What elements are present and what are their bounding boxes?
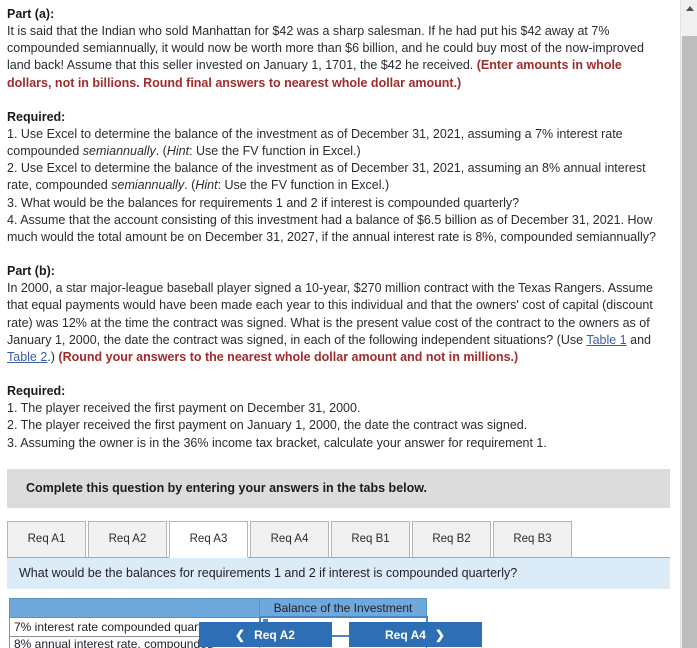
part-a-required-label: Required: xyxy=(7,109,66,124)
tab-req-a4[interactable]: Req A4 xyxy=(250,520,329,558)
part-b-req-2: 2. The player received the first payment… xyxy=(7,418,528,433)
tab-req-b2[interactable]: Req B2 xyxy=(412,520,491,558)
part-b-req-1: 1. The player received the first payment… xyxy=(7,401,361,416)
part-b-body-conjunction: and xyxy=(626,332,651,347)
part-b-body-text-end: .) xyxy=(47,350,59,365)
part-a-req-2: 2. Use Excel to determine the balance of… xyxy=(7,160,668,194)
prev-tab-button[interactable]: ❮ Req A2 xyxy=(198,622,332,647)
prev-tab-label: Req A2 xyxy=(254,627,295,642)
tab-label: Req A4 xyxy=(270,533,309,546)
part-a-req-2-hint-label: Hint xyxy=(195,178,218,193)
table-1-link[interactable]: Table 1 xyxy=(586,333,626,347)
tab-label: Req A2 xyxy=(108,533,147,546)
part-b-required-label: Required: xyxy=(7,384,66,399)
answer-table-header-row: Balance of the Investment xyxy=(9,597,427,618)
tab-navigation: ❮ Req A2 Req A4 ❯ xyxy=(0,622,680,647)
chevron-left-icon: ❮ xyxy=(235,627,246,642)
part-a-req-1: 1. Use Excel to determine the balance of… xyxy=(7,126,668,160)
tab-req-b1[interactable]: Req B1 xyxy=(331,520,410,558)
part-a-req-1-hint-label: Hint xyxy=(166,144,190,159)
answer-table-header-blank xyxy=(9,597,260,618)
part-a-req-2-text-b: . ( xyxy=(184,178,196,193)
instruction-banner-text: Complete this question by entering your … xyxy=(26,481,427,496)
tab-label: Req B1 xyxy=(351,533,390,546)
answer-table-header-value: Balance of the Investment xyxy=(259,597,427,618)
part-a-req-1-text-b: . ( xyxy=(155,144,167,159)
next-tab-button[interactable]: Req A4 ❯ xyxy=(348,622,482,647)
tab-label: Req B2 xyxy=(432,533,471,546)
part-a-req-4: 4. Assume that the account consisting of… xyxy=(7,212,657,245)
table-2-link[interactable]: Table 2 xyxy=(7,350,47,364)
part-a-req-2-text-c: : Use the FV function in Excel.) xyxy=(217,178,390,193)
part-a-req-1-text-c: : Use the FV function in Excel.) xyxy=(189,144,361,159)
tab-req-a1[interactable]: Req A1 xyxy=(7,520,86,558)
part-a-req-3: 3. What would be the balances for requir… xyxy=(7,195,520,210)
tab-req-a2[interactable]: Req A2 xyxy=(88,520,167,558)
tab-label: Req A3 xyxy=(189,533,228,546)
problem-statement: Part (a): It is said that the Indian who… xyxy=(0,0,680,469)
tab-req-b3[interactable]: Req B3 xyxy=(493,520,572,558)
part-b-body-text: In 2000, a star major-league baseball pl… xyxy=(7,281,653,347)
scroll-up-button[interactable] xyxy=(681,0,697,17)
chevron-right-icon: ❯ xyxy=(434,627,445,642)
part-a-req-2-emphasis: semiannually xyxy=(111,178,185,193)
question-content-area: Part (a): It is said that the Indian who… xyxy=(0,0,680,648)
part-a-body: It is said that the Indian who sold Manh… xyxy=(7,23,668,92)
question-page: Part (a): It is said that the Indian who… xyxy=(0,0,697,648)
tab-label: Req A1 xyxy=(27,533,66,546)
tab-list: Req A1 Req A2 Req A3 Req A4 Req B1 Req B2 Req … xyxy=(7,520,670,558)
answer-table-head: Balance of the Investment xyxy=(9,597,427,618)
part-b-body: In 2000, a star major-league baseball pl… xyxy=(7,280,668,366)
scrollbar-thumb[interactable] xyxy=(682,36,697,648)
tab-label: Req B3 xyxy=(513,533,552,546)
tab-req-a3[interactable]: Req A3 xyxy=(169,520,248,558)
part-a-title: Part (a): xyxy=(7,7,55,21)
vertical-scrollbar[interactable] xyxy=(680,0,697,648)
next-tab-label: Req A4 xyxy=(385,627,426,642)
part-b-title: Part (b): xyxy=(7,264,55,279)
part-a-req-1-emphasis: semiannually xyxy=(82,144,156,159)
part-b-req-3: 3. Assuming the owner is in the 36% inco… xyxy=(7,435,547,450)
active-tab-question: What would be the balances for requireme… xyxy=(7,557,670,589)
active-tab-question-text: What would be the balances for requireme… xyxy=(19,566,518,581)
tab-strip: Req A1 Req A2 Req A3 Req A4 Req B1 Req B2 Req … xyxy=(7,520,670,558)
instruction-banner: Complete this question by entering your … xyxy=(7,468,670,508)
scroll-up-arrow-icon xyxy=(685,6,694,11)
part-b-alert-text: (Round your answers to the nearest whole… xyxy=(58,350,519,365)
